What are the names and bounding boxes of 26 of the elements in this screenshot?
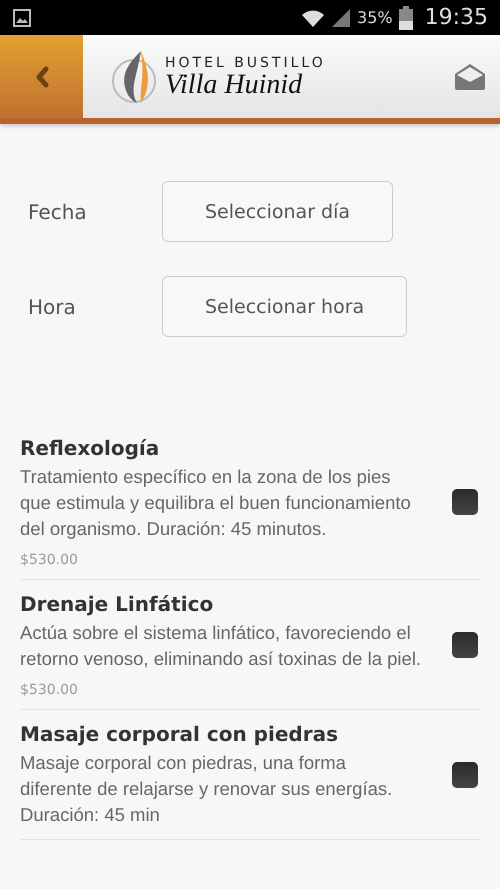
wifi-icon (301, 8, 326, 28)
checkbox[interactable] (452, 762, 478, 788)
logo-title: HOTEL BUSTILLO (165, 54, 326, 70)
battery-percent: 35% (357, 8, 393, 27)
select-button[interactable]: Seleccionar hora (162, 276, 408, 337)
checkbox[interactable] (452, 632, 478, 658)
envelope-icon (455, 64, 485, 90)
service-name: Drenaje Linfático (20, 592, 214, 616)
service-name: Reflexología (20, 436, 160, 460)
service-price: $530.00 (20, 682, 79, 698)
flame-logo-icon (111, 48, 157, 104)
field-label: Hora (28, 294, 77, 318)
back-icon (34, 66, 48, 88)
field-label: Fecha (28, 200, 88, 224)
service-price: $530.00 (20, 552, 79, 568)
image-icon (13, 8, 31, 26)
service-description: Tratamiento específico en la zona de los pies que estimula y equilibra el buen funcionamiento del organismo. Duración: 45 minutos. (20, 465, 412, 541)
logo-subtitle: Villa Huinid (165, 70, 304, 98)
battery-icon (398, 6, 413, 30)
service-name: Masaje corporal con piedras (20, 722, 339, 746)
select-button[interactable]: Seleccionar día (162, 181, 394, 242)
checkbox[interactable] (452, 489, 478, 515)
service-description: Actúa sobre el sistema linfático, favoreciendo el retorno venoso, eliminando así toxinas de la piel. (20, 621, 422, 671)
service-description: Masaje corporal con piedras, una forma diferente de relajarse y renovar sus energías. Duración: 45 min (20, 751, 394, 827)
clock: 19:35 (424, 5, 488, 30)
signal-icon (331, 8, 352, 28)
